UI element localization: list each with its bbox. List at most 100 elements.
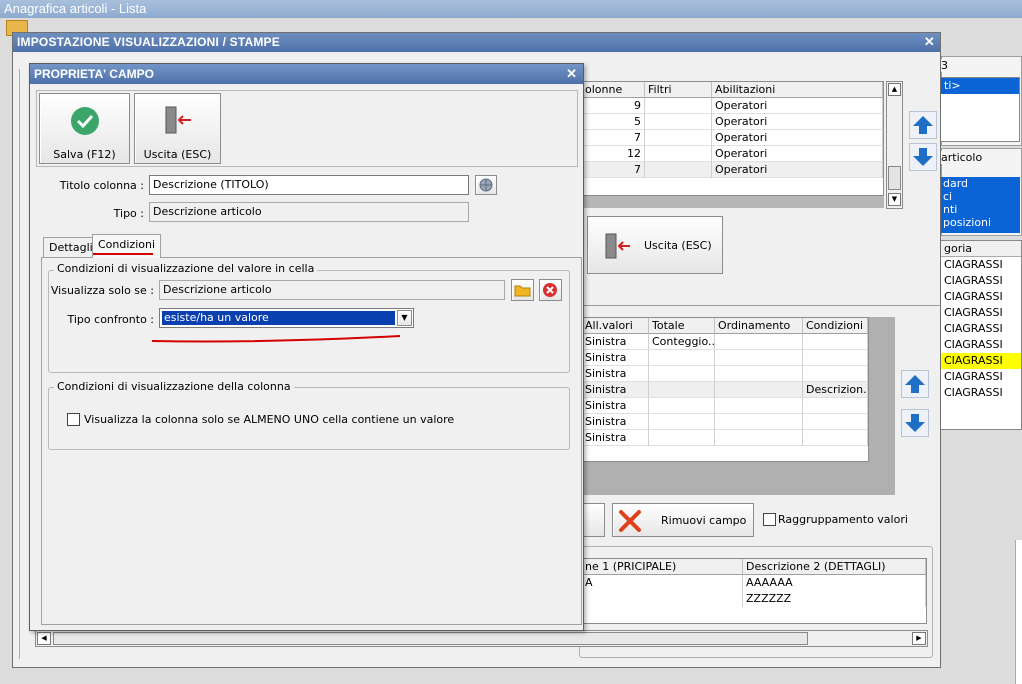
folder-icon[interactable]	[511, 279, 534, 301]
scroll-left-icon[interactable]: ◀	[37, 632, 51, 645]
fields-grid-cell[interactable]	[715, 430, 803, 446]
scroll-right-icon[interactable]: ▶	[912, 632, 926, 645]
fields-grid-col-header[interactable]: Ordinamento	[715, 318, 803, 334]
fields-grid-col-header[interactable]: All.valori	[582, 318, 649, 334]
top-grid-cell[interactable]: Operatori	[712, 114, 883, 130]
save-button[interactable]: Salva (F12)	[39, 93, 130, 164]
top-grid-cell[interactable]: 5	[582, 114, 645, 130]
globe-icon[interactable]	[475, 175, 497, 195]
fields-grid-cell[interactable]	[803, 350, 868, 366]
fields-grid-cell[interactable]: Sinistra	[582, 398, 649, 414]
scroll-up-icon[interactable]: ▲	[888, 83, 901, 96]
desc-grid-cell[interactable]	[582, 591, 743, 607]
bg-category-row[interactable]: CIAGRASSI	[941, 257, 1021, 273]
fields-grid-cell[interactable]: Sinistra	[582, 430, 649, 446]
fields-grid-cell[interactable]	[649, 366, 715, 382]
bg-category-row[interactable]: CIAGRASSI	[941, 369, 1021, 385]
top-grid-row[interactable]: 12 Operatori	[582, 146, 883, 162]
field-down-icon[interactable]	[901, 409, 929, 437]
bg-list-2-item[interactable]: ci	[940, 190, 1020, 203]
bg-category-row[interactable]: CIAGRASSI	[941, 337, 1021, 353]
imp-exit-button[interactable]: Uscita (ESC)	[587, 216, 723, 274]
compare-type-select[interactable]: esiste/ha un valore ▼	[159, 308, 414, 328]
fields-grid-row[interactable]: Sinistra	[582, 398, 868, 414]
grouping-checkbox[interactable]	[763, 513, 776, 526]
grouping-label[interactable]: Raggruppamento valori	[778, 513, 908, 526]
top-grid-col-header[interactable]: Filtri	[645, 82, 712, 98]
bg-list-1-item[interactable]: ti>	[941, 78, 1019, 94]
desc-grid[interactable]: ne 1 (PRICIPALE) Descrizione 2 (DETTAGLI…	[581, 558, 927, 624]
chevron-down-icon[interactable]: ▼	[397, 310, 412, 326]
top-grid-row[interactable]: 7 Operatori	[582, 130, 883, 146]
fields-grid-cell[interactable]: Descrizion...	[803, 382, 868, 398]
fields-grid-row[interactable]: Sinistra	[582, 414, 868, 430]
desc-grid-row[interactable]: A AAAAAA	[582, 575, 926, 591]
fields-grid-cell[interactable]	[649, 398, 715, 414]
top-grid-scrollbar[interactable]: ▲ ▼	[886, 81, 903, 209]
fields-grid-cell[interactable]: Conteggio...	[649, 334, 715, 350]
fields-grid-cell[interactable]	[715, 414, 803, 430]
fields-grid-row[interactable]: Sinistra	[582, 366, 868, 382]
move-up-icon[interactable]	[909, 111, 937, 139]
bg-category-row[interactable]: CIAGRASSI	[941, 273, 1021, 289]
desc-grid-col-header[interactable]: ne 1 (PRICIPALE)	[582, 559, 743, 575]
fields-grid-row[interactable]: Sinistra	[582, 350, 868, 366]
top-grid-cell[interactable]	[645, 130, 712, 146]
move-down-icon[interactable]	[909, 143, 937, 171]
fields-grid-row[interactable]: Sinistra	[582, 430, 868, 446]
tab-dettagli[interactable]: Dettagli	[43, 237, 99, 257]
fields-grid-cell[interactable]	[803, 366, 868, 382]
remove-field-button[interactable]: Rimuovi campo	[612, 503, 754, 537]
top-grid-cell[interactable]: Operatori	[712, 130, 883, 146]
fields-grid-cell[interactable]	[649, 430, 715, 446]
top-grid-cell[interactable]: Operatori	[712, 162, 883, 178]
fields-grid-cell[interactable]	[803, 334, 868, 350]
column-visibility-checkbox[interactable]	[67, 413, 80, 426]
bg-category-row[interactable]: CIAGRASSI	[941, 353, 1021, 369]
top-grid-cell[interactable]: Operatori	[712, 146, 883, 162]
impostazione-close-icon[interactable]: ✕	[924, 34, 935, 50]
desc-grid-col-header[interactable]: Descrizione 2 (DETTAGLI)	[743, 559, 926, 575]
bg-list-2-item[interactable]: nti	[940, 203, 1020, 216]
bg-category-row[interactable]: CIAGRASSI	[941, 385, 1021, 401]
fields-grid-col-header[interactable]: Condizioni	[803, 318, 868, 334]
fields-grid-col-header[interactable]: Totale	[649, 318, 715, 334]
top-grid-cell[interactable]	[645, 98, 712, 114]
fields-grid-cell[interactable]: Sinistra	[582, 350, 649, 366]
clear-icon[interactable]	[539, 279, 562, 301]
fields-grid-cell[interactable]	[715, 350, 803, 366]
top-grid-cell[interactable]	[645, 146, 712, 162]
bg-list-2-item[interactable]: dard	[940, 177, 1020, 190]
fields-grid-cell[interactable]	[649, 350, 715, 366]
column-visibility-label[interactable]: Visualizza la colonna solo se ALMENO UNO…	[84, 413, 454, 426]
top-grid-row[interactable]: 5 Operatori	[582, 114, 883, 130]
column-title-field[interactable]: Descrizione (TITOLO)	[149, 175, 469, 195]
h-scrollbar[interactable]: ◀ ▶	[35, 630, 928, 647]
bg-category-row[interactable]: CIAGRASSI	[941, 305, 1021, 321]
fields-grid-cell[interactable]: Sinistra	[582, 334, 649, 350]
fields-grid-cell[interactable]: Sinistra	[582, 382, 649, 398]
fields-grid-cell[interactable]	[649, 382, 715, 398]
fields-grid-cell[interactable]	[803, 414, 868, 430]
fields-grid-cell[interactable]	[803, 430, 868, 446]
scroll-down-icon[interactable]: ▼	[888, 193, 901, 206]
bg-list-1[interactable]: ti>	[940, 77, 1020, 142]
top-grid-cell[interactable]	[645, 162, 712, 178]
bg-category-row[interactable]: CIAGRASSI	[941, 321, 1021, 337]
fields-grid-cell[interactable]	[649, 414, 715, 430]
top-grid-col-header[interactable]: Abilitazioni	[712, 82, 883, 98]
top-grid-cell[interactable]: 7	[582, 162, 645, 178]
field-up-icon[interactable]	[901, 370, 929, 398]
top-grid-cell[interactable]	[645, 114, 712, 130]
h-scroll-thumb[interactable]	[53, 632, 808, 645]
bg-list-2[interactable]: dard ci nti posizioni	[940, 177, 1020, 233]
fields-grid-cell[interactable]	[715, 398, 803, 414]
top-grid-row[interactable]: 9 Operatori	[582, 98, 883, 114]
fields-grid-row[interactable]: Sinistra Conteggio...	[582, 334, 868, 350]
top-grid-cell[interactable]: Operatori	[712, 98, 883, 114]
top-grid-cell[interactable]: 7	[582, 130, 645, 146]
fields-grid-cell[interactable]	[715, 366, 803, 382]
bg-category-list[interactable]: goria CIAGRASSI CIAGRASSI CIAGRASSI CIAGRAS…	[940, 240, 1022, 430]
fields-grid-cell[interactable]: Sinistra	[582, 366, 649, 382]
top-grid-row[interactable]: 7 Operatori	[582, 162, 883, 178]
